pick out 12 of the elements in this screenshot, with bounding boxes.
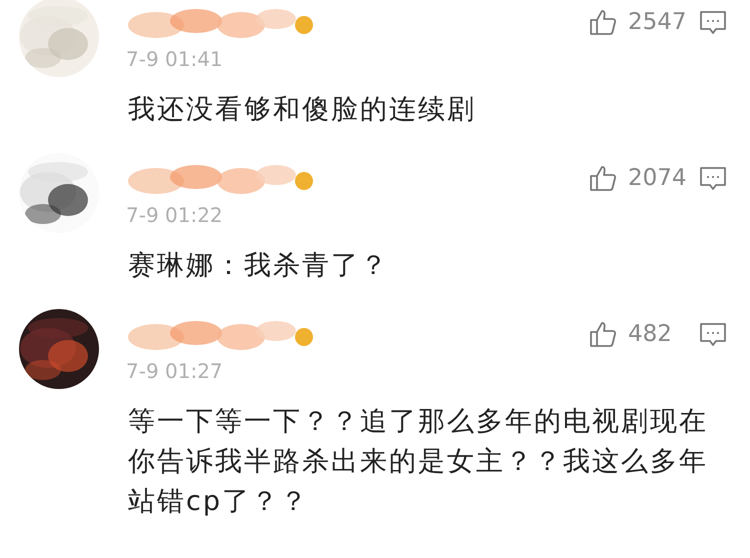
comment-time: 7-9 01:22: [126, 203, 224, 227]
like-count: 2547: [628, 9, 688, 35]
thumbs-up-icon[interactable]: [588, 319, 618, 349]
comment-time: 7-9 01:27: [126, 359, 224, 383]
comment-text: 我还没看够和傻脸的连续剧: [128, 93, 477, 127]
comment-text: 赛琳娜：我杀青了？: [128, 249, 390, 283]
thumbs-up-icon[interactable]: [588, 7, 618, 37]
comment-time: 7-9 01:41: [126, 47, 224, 71]
like-count: 2074: [628, 165, 688, 191]
like-count: 482: [628, 321, 673, 347]
thumbs-up-icon[interactable]: [588, 163, 618, 193]
comment-text: 等一下等一下？？追了那么多年的电视剧现在你告诉我半路杀出来的是女主？？我这么多年站错cp了？？: [128, 405, 709, 519]
